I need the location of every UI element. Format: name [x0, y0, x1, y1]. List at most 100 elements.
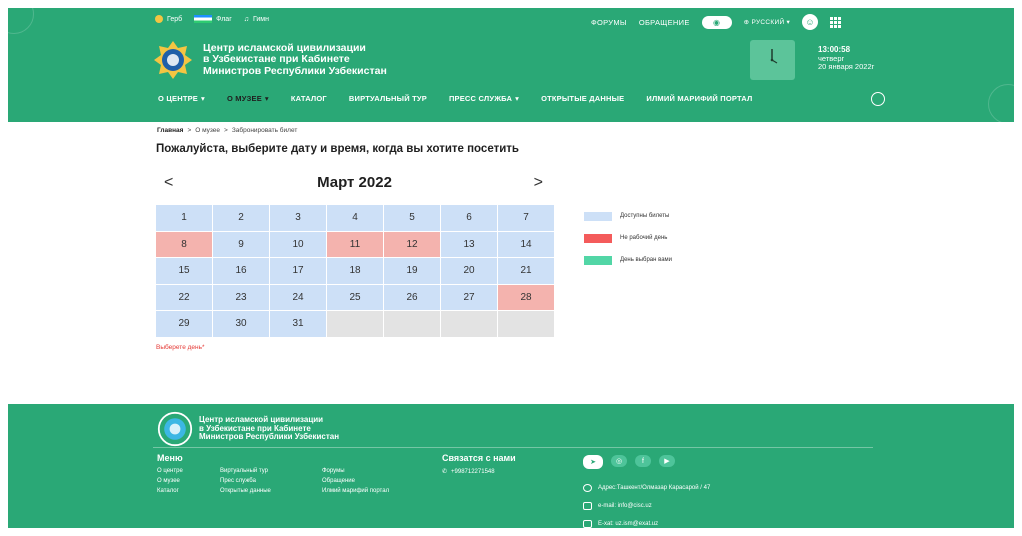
clock-icon	[770, 49, 778, 64]
calendar-day[interactable]: 9	[213, 231, 269, 257]
nav-item[interactable]: ВИРТУАЛЬНЫЙ ТУР	[349, 94, 427, 103]
nav-item[interactable]: КАТАЛОГ	[291, 94, 327, 103]
footer-logo[interactable]: Центр исламской цивилизации в Узбекистан…	[157, 411, 339, 447]
accessibility-toggle[interactable]: ◉	[701, 15, 732, 29]
footer-link[interactable]: Каталог	[157, 488, 220, 494]
calendar-day[interactable]: 13	[441, 231, 497, 257]
calendar-day[interactable]: 18	[327, 258, 383, 284]
breadcrumb-home[interactable]: Главная	[157, 127, 183, 134]
calendar-day[interactable]: 20	[441, 258, 497, 284]
footer-emblem-icon	[157, 411, 193, 447]
language-select[interactable]: ⊕ РУССКИЙ ▾	[744, 18, 790, 26]
music-note-icon: ♫	[243, 15, 249, 23]
youtube-icon[interactable]: ▶	[659, 455, 675, 467]
telegram-icon[interactable]: ➤	[583, 455, 603, 469]
legend-item: Доступны билеты	[584, 205, 672, 227]
calendar-day[interactable]: 2	[213, 205, 269, 231]
footer-phone[interactable]: ✆ +998712271548	[442, 468, 495, 476]
calendar-day[interactable]: 21	[498, 258, 554, 284]
breadcrumb-separator: >	[224, 127, 228, 134]
mail-icon	[583, 502, 592, 510]
calendar-day[interactable]: 12	[384, 231, 440, 257]
calendar-day[interactable]: 1	[156, 205, 212, 231]
phone-icon: ✆	[442, 469, 448, 475]
calendar-day[interactable]: 25	[327, 284, 383, 310]
calendar-day[interactable]: 19	[384, 258, 440, 284]
calendar-grid: 1 2 3 4 5 6 7 8 9 10 11 12 13 14 15 16 17 18 19 20 21 22 23 24 2…	[156, 205, 554, 337]
clock-widget	[750, 40, 795, 80]
page-title: Пожалуйста, выберите дату и время, когда…	[156, 143, 519, 155]
site-logo[interactable]: Центр исламской цивилизации в Узбекистан…	[153, 40, 387, 80]
calendar-day[interactable]: 17	[270, 258, 326, 284]
footer-exat[interactable]: E-xat: uz.ism@exat.uz	[583, 515, 710, 528]
legend-swatch	[584, 211, 612, 221]
footer-link[interactable]: О центре	[157, 468, 220, 474]
instagram-icon[interactable]: ◎	[611, 455, 627, 467]
appeal-link[interactable]: ОБРАЩЕНИЕ	[639, 18, 690, 27]
calendar-day[interactable]: 10	[270, 231, 326, 257]
footer-link[interactable]: Виртуальный тур	[220, 468, 322, 474]
flag-icon	[194, 15, 213, 23]
calendar-day[interactable]: 15	[156, 258, 212, 284]
footer-link[interactable]: О музее	[157, 478, 220, 484]
footer-email[interactable]: e-mail: info@cisc.uz	[583, 497, 710, 515]
calendar-day[interactable]: 16	[213, 258, 269, 284]
breadcrumb: Главная > О музее > Забронировать билет	[157, 127, 297, 134]
calendar-day[interactable]: 7	[498, 205, 554, 231]
social-links: ➤ ◎ f ▶	[583, 455, 675, 469]
calendar-empty-cell	[441, 311, 497, 337]
legend-swatch	[584, 255, 612, 265]
calendar-day[interactable]: 29	[156, 311, 212, 337]
search-icon[interactable]	[871, 92, 885, 106]
calendar-day[interactable]: 24	[270, 284, 326, 310]
breadcrumb-separator: >	[187, 127, 192, 134]
nav-item[interactable]: ОТКРЫТЫЕ ДАННЫЕ	[541, 94, 624, 103]
calendar-empty-cell	[384, 311, 440, 337]
forums-link[interactable]: ФОРУМЫ	[591, 18, 627, 27]
calendar-day[interactable]: 26	[384, 284, 440, 310]
nav-item[interactable]: ПРЕСС СЛУЖБА ▾	[449, 94, 519, 103]
breadcrumb-museum[interactable]: О музее	[195, 127, 220, 134]
calendar-day[interactable]: 28	[498, 284, 554, 310]
calendar-day[interactable]: 27	[441, 284, 497, 310]
flag-link[interactable]: Флаг	[194, 15, 232, 23]
anthem-link[interactable]: ♫ Гимн	[244, 16, 269, 23]
site-footer: Центр исламской цивилизации в Узбекистан…	[8, 404, 1014, 528]
calendar-day[interactable]: 8	[156, 231, 212, 257]
user-icon[interactable]: ☺	[802, 14, 819, 30]
logo-emblem-icon	[154, 41, 192, 79]
calendar-day[interactable]: 11	[327, 231, 383, 257]
calendar-day[interactable]: 4	[327, 205, 383, 231]
calendar-day[interactable]: 30	[213, 311, 269, 337]
footer-address: Адрес:Ташкент/Олмазар Карасарой / 47	[583, 479, 710, 497]
gerb-link[interactable]: Герб	[155, 15, 182, 23]
footer-link[interactable]: Форумы	[322, 468, 432, 474]
mail-icon	[583, 520, 592, 528]
site-title: Центр исламской цивилизации в Узбекистан…	[203, 41, 387, 77]
calendar-day[interactable]: 6	[441, 205, 497, 231]
calendar-month-title: Март 2022	[317, 174, 392, 191]
calendar-day[interactable]: 14	[498, 231, 554, 257]
legend-item: Не рабочий день	[584, 227, 672, 249]
apps-grid-icon[interactable]	[830, 16, 842, 28]
next-month-button[interactable]: >	[534, 174, 543, 192]
chevron-down-icon: ▾	[201, 94, 205, 103]
footer-site-title: Центр исламской цивилизации в Узбекистан…	[199, 415, 340, 442]
site-header: Герб Флаг ♫ Гимн ФОРУМЫ ОБРАЩЕНИЕ ◉ ⊕ РУС…	[8, 8, 1014, 122]
calendar-day[interactable]: 31	[270, 311, 326, 337]
footer-link[interactable]: Илмий марифий портал	[322, 488, 432, 494]
footer-divider	[153, 447, 873, 448]
facebook-icon[interactable]: f	[635, 455, 651, 467]
footer-link[interactable]: Обращение	[322, 478, 432, 484]
calendar-day[interactable]: 3	[270, 205, 326, 231]
nav-item[interactable]: О ЦЕНТРЕ ▾	[158, 94, 205, 103]
nav-item[interactable]: ИЛМИЙ МАРИФИЙ ПОРТАЛ	[646, 94, 752, 103]
top-bar: Герб Флаг ♫ Гимн ФОРУМЫ ОБРАЩЕНИЕ ◉ ⊕ РУС…	[8, 8, 1014, 32]
calendar-day[interactable]: 22	[156, 284, 212, 310]
calendar-day[interactable]: 5	[384, 205, 440, 231]
legend-swatch	[584, 233, 612, 243]
nav-item[interactable]: О МУЗЕЕ ▾	[227, 94, 269, 103]
footer-link[interactable]: Прес служба	[220, 478, 322, 484]
footer-link[interactable]: Открытые данные	[220, 488, 322, 494]
calendar-day[interactable]: 23	[213, 284, 269, 310]
